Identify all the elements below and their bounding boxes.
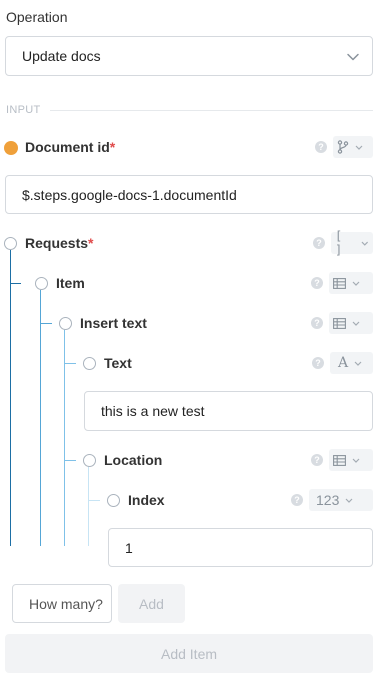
input-section-divider: [50, 110, 373, 111]
help-icon[interactable]: ?: [311, 454, 323, 466]
array-icon: [ ]: [335, 229, 343, 257]
insert-text-type-selector[interactable]: [329, 312, 373, 334]
help-icon[interactable]: ?: [315, 141, 327, 153]
chevron-down-icon: [352, 321, 360, 326]
location-tree-line: [88, 467, 89, 546]
document-id-type-selector[interactable]: [333, 136, 373, 158]
text-icon: A: [338, 355, 349, 371]
operation-selected-value: Update docs: [22, 48, 101, 64]
requests-status-dot: [4, 237, 17, 250]
required-marker: *: [109, 139, 116, 155]
operation-select[interactable]: Update docs: [5, 36, 373, 76]
chevron-down-icon: [352, 458, 360, 463]
location-tree-branch: [88, 500, 100, 501]
chevron-down-icon: [355, 145, 363, 150]
index-input[interactable]: 1: [108, 528, 373, 567]
location-type-selector[interactable]: [329, 449, 373, 471]
index-label: Index: [128, 492, 165, 508]
requests-type-selector[interactable]: [ ]: [331, 229, 373, 257]
item-tree-line: [40, 290, 41, 546]
index-status-dot: [107, 494, 120, 507]
document-id-label-text: Document id: [25, 139, 110, 155]
item-type-selector[interactable]: [329, 272, 373, 294]
table-icon: [333, 454, 346, 466]
chevron-down-icon: [354, 361, 362, 366]
table-icon: [333, 277, 346, 289]
help-icon[interactable]: ?: [311, 277, 323, 289]
help-icon[interactable]: ?: [291, 494, 303, 506]
index-type-selector[interactable]: 123: [309, 489, 373, 511]
chevron-down-icon: [352, 281, 360, 286]
requests-tree-branch: [10, 283, 21, 284]
add-item-button[interactable]: Add Item: [5, 634, 373, 673]
text-label: Text: [104, 355, 132, 371]
document-id-status-dot: [4, 141, 18, 155]
document-id-input[interactable]: $.steps.google-docs-1.documentId: [5, 175, 373, 214]
requests-label: Requests*: [25, 235, 93, 251]
add-button[interactable]: Add: [118, 584, 185, 623]
table-icon: [333, 317, 346, 329]
insert-text-tree-branch-text: [64, 363, 76, 364]
number-icon: 123: [316, 492, 340, 508]
item-label: Item: [56, 275, 85, 291]
requests-label-text: Requests: [25, 235, 89, 251]
text-status-dot: [83, 357, 96, 370]
help-icon[interactable]: ?: [313, 237, 325, 249]
required-marker: *: [88, 235, 94, 251]
text-type-selector[interactable]: A: [330, 352, 373, 374]
input-section-label: INPUT: [6, 104, 41, 116]
location-label: Location: [104, 452, 163, 468]
document-id-label: Document id*: [25, 139, 115, 155]
how-many-input[interactable]: How many?: [12, 584, 112, 623]
operation-label: Operation: [6, 9, 68, 25]
branch-icon: [337, 140, 349, 154]
insert-text-tree-branch-location: [64, 460, 76, 461]
insert-text-status-dot: [59, 317, 72, 330]
requests-tree-line: [10, 250, 11, 546]
chevron-down-icon: [345, 498, 353, 503]
help-icon[interactable]: ?: [312, 357, 324, 369]
chevron-down-icon: [361, 241, 369, 246]
item-tree-branch: [40, 323, 52, 324]
help-icon[interactable]: ?: [311, 317, 323, 329]
item-status-dot: [35, 277, 48, 290]
insert-text-label: Insert text: [80, 315, 147, 331]
location-status-dot: [83, 454, 96, 467]
text-input[interactable]: this is a new test: [84, 391, 373, 431]
chevron-down-icon: [347, 53, 359, 61]
